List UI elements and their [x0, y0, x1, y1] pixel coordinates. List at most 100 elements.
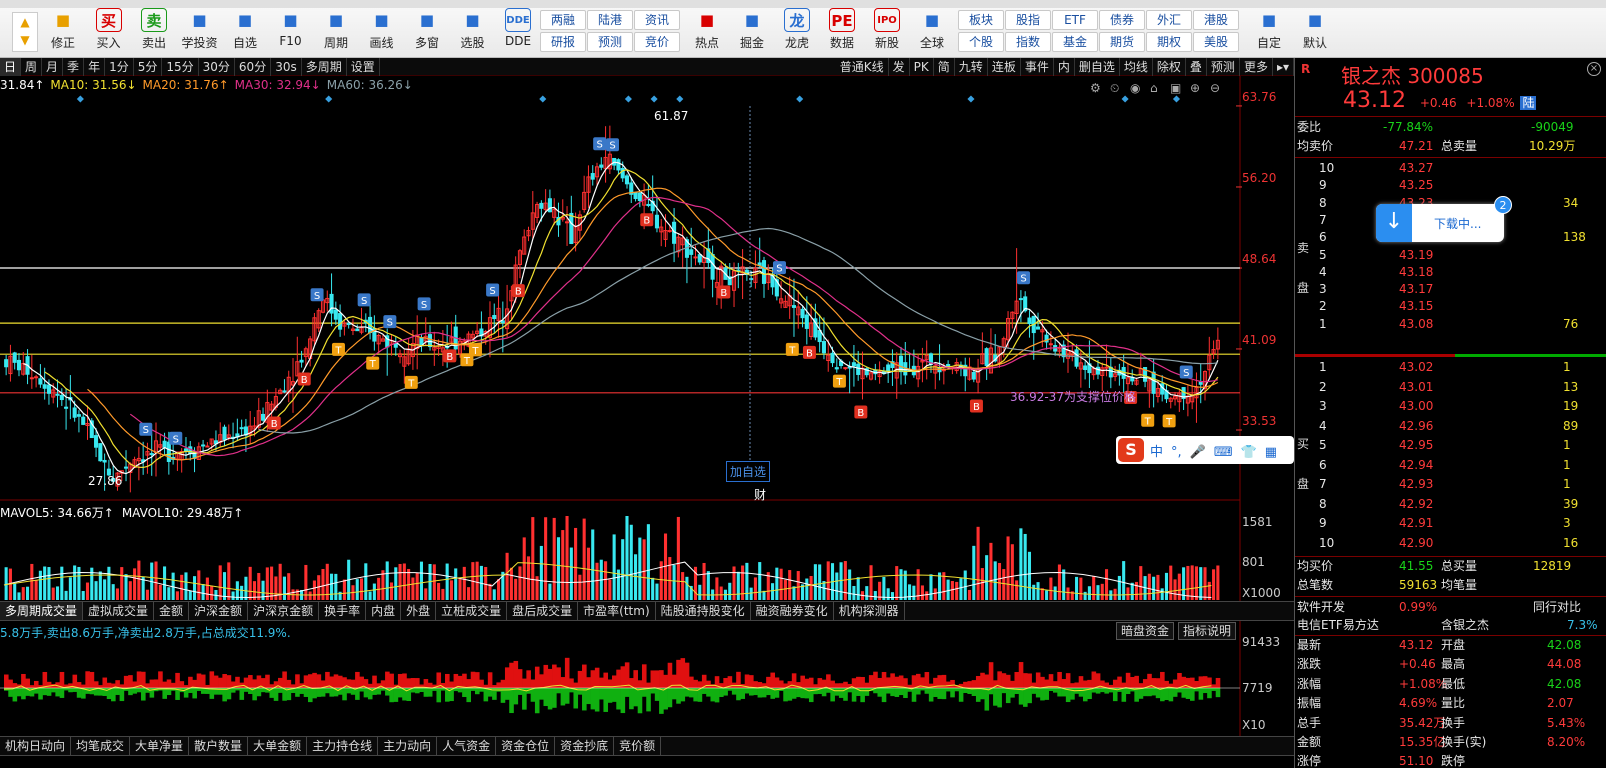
period-tab[interactable]: 5分	[134, 58, 163, 76]
indicator-tab[interactable]: 立桩成交量	[436, 602, 508, 620]
chart-tool-button[interactable]: 连板	[988, 58, 1021, 76]
toolbar-grid-button[interactable]: 基金	[1052, 32, 1098, 52]
toolbar-button-7[interactable]: ■ 画线	[359, 8, 405, 56]
indicator-tab[interactable]: 外盘	[401, 602, 437, 620]
chart-tool-button[interactable]: 叠	[1186, 58, 1207, 76]
bottom-tab[interactable]: 主力持仓线	[307, 737, 379, 755]
toolbar-grid-button[interactable]: 指数	[1005, 32, 1051, 52]
toolbar-button-0[interactable]: ■ 修正	[40, 8, 86, 56]
toolbar-grid-button[interactable]: 资讯	[634, 10, 680, 30]
close-panel-icon[interactable]: ×	[1587, 62, 1601, 76]
chart-tool-button[interactable]: 更多	[1240, 58, 1273, 76]
toolbar-grid-button[interactable]: 研报	[540, 32, 586, 52]
ime-item[interactable]: 🎤	[1190, 445, 1206, 460]
indicator-tab[interactable]: 多周期成交量	[0, 602, 84, 620]
indicator-tab[interactable]: 沪深京金额	[248, 602, 320, 620]
period-tab[interactable]: 日	[0, 58, 22, 76]
chart-tool-button[interactable]: 内	[1054, 58, 1075, 76]
toolbar-button-mid-2[interactable]: 龙龙虎	[774, 8, 820, 56]
toolbar-grid-button[interactable]: 个股	[958, 32, 1004, 52]
toolbar-button-6[interactable]: ■ 周期	[313, 8, 359, 56]
ime-item[interactable]: ▦	[1265, 445, 1277, 460]
toolbar-grid-button[interactable]: 预测	[587, 32, 633, 52]
indicator-tab[interactable]: 虚拟成交量	[83, 602, 155, 620]
toolbar-button-5[interactable]: ■ F10	[268, 8, 314, 56]
chart-tool-button[interactable]: 发	[889, 58, 910, 76]
toolbar-button-8[interactable]: ■ 多窗	[404, 8, 450, 56]
toolbar-grid-button[interactable]: 港股	[1193, 10, 1239, 30]
bottom-tab[interactable]: 人气资金	[437, 737, 497, 755]
toolbar-grid-button[interactable]: 竞价	[634, 32, 680, 52]
ime-item[interactable]: 👕	[1241, 445, 1257, 460]
toolbar-button-3[interactable]: ■ 学投资	[177, 8, 223, 56]
toolbar-button-end-0[interactable]: ■ 自定	[1246, 8, 1292, 56]
toolbar-button-10[interactable]: DDE DDE	[495, 8, 541, 56]
price-chart[interactable]: SSBBSTSTSTSB TTS BS SBBST BTBBSBT TS⚙ ⏲ ◉ ⌂ ▣ ⊕ ⊖	[0, 76, 1294, 746]
period-tab[interactable]: 年	[84, 58, 106, 76]
bottom-tab[interactable]: 竞价额	[614, 737, 662, 755]
toolbar-grid-button[interactable]: 美股	[1193, 32, 1239, 52]
toolbar-grid-button[interactable]: 期权	[1146, 32, 1192, 52]
indicator-tab[interactable]: 融资融券变化	[751, 602, 834, 620]
ime-item[interactable]: ⌨	[1214, 445, 1233, 460]
indicator-tab[interactable]: 内盘	[366, 602, 402, 620]
bottom-tab[interactable]: 机构日动向	[0, 737, 72, 755]
period-tab[interactable]: 多周期	[302, 58, 347, 76]
toolbar-grid-button[interactable]: 板块	[958, 10, 1004, 30]
ime-item[interactable]: 中	[1150, 445, 1163, 460]
chart-tool-button[interactable]: 除权	[1153, 58, 1186, 76]
period-tab[interactable]: 周	[21, 58, 43, 76]
chart-tool-button[interactable]: 预测	[1207, 58, 1240, 76]
period-tab[interactable]: 60分	[235, 58, 272, 76]
indicator-tab[interactable]: 换手率	[319, 602, 367, 620]
download-popup[interactable]: ↓ 下载中... 2	[1376, 196, 1512, 242]
toolbar-button-end-1[interactable]: ■ 默认	[1292, 8, 1338, 56]
indicator-help-button[interactable]: 指标说明	[1178, 622, 1237, 640]
toolbar-button-1[interactable]: 买买入	[86, 8, 132, 56]
scroll-up-down-icon[interactable]: ▲ ▼	[12, 12, 38, 52]
period-tab[interactable]: 15分	[162, 58, 199, 76]
indicator-tab[interactable]: 陆股通持股变化	[656, 602, 751, 620]
toolbar-button-mid-3[interactable]: PE 数据	[819, 8, 865, 56]
period-tab[interactable]: 月	[42, 58, 64, 76]
bottom-tab[interactable]: 资金抄底	[555, 737, 615, 755]
period-tab[interactable]: 30分	[199, 58, 235, 76]
ime-item[interactable]: °,	[1171, 445, 1182, 460]
chart-tool-button[interactable]: 九转	[955, 58, 988, 76]
toolbar-grid-button[interactable]: 外汇	[1146, 10, 1192, 30]
chart-tool-button[interactable]: 简	[934, 58, 955, 76]
expand-icon[interactable]: ▸▾	[1273, 58, 1294, 76]
toolbar-button-mid-4[interactable]: IPO 新股	[864, 8, 910, 56]
bottom-tab[interactable]: 散户数量	[189, 737, 249, 755]
toolbar-grid-button[interactable]: 期货	[1099, 32, 1145, 52]
indicator-tab[interactable]: 市盈率(ttm)	[578, 602, 656, 620]
toolbar-button-mid-0[interactable]: ■ 热点	[684, 8, 730, 56]
period-tab[interactable]: 30s	[271, 58, 302, 76]
chart-tool-button[interactable]: 均线	[1120, 58, 1153, 76]
chart-tool-button[interactable]: 删自选	[1075, 58, 1120, 76]
toolbar-button-mid-1[interactable]: ■ 掘金	[729, 8, 775, 56]
indicator-tab[interactable]: 沪深金额	[189, 602, 249, 620]
indicator-tab[interactable]: 机构探测器	[834, 602, 905, 620]
toolbar-grid-button[interactable]: 股指	[1005, 10, 1051, 30]
ime-toolbar[interactable]: S 中 °, 🎤 ⌨ 👕 ▦	[1116, 436, 1294, 464]
period-tab[interactable]: 设置	[347, 58, 380, 76]
toolbar-button-2[interactable]: 卖卖出	[131, 8, 177, 56]
add-favorite-button[interactable]: 加自选	[726, 461, 771, 482]
period-tab[interactable]: 1分	[105, 58, 134, 76]
dark-pool-button[interactable]: 暗盘资金	[1116, 622, 1175, 640]
chart-tool-button[interactable]: 普通K线	[836, 58, 889, 76]
period-tab[interactable]: 季	[63, 58, 85, 76]
bottom-tab[interactable]: 资金仓位	[496, 737, 556, 755]
bottom-tab[interactable]: 大单金额	[248, 737, 308, 755]
toolbar-grid-button[interactable]: 两融	[540, 10, 586, 30]
bottom-tab[interactable]: 大单净量	[130, 737, 190, 755]
toolbar-grid-button[interactable]: ETF	[1052, 10, 1098, 30]
bottom-tab[interactable]: 主力动向	[378, 737, 438, 755]
toolbar-button-4[interactable]: ■ 自选	[222, 8, 268, 56]
bottom-tab[interactable]: 均笔成交	[71, 737, 131, 755]
toolbar-grid-button[interactable]: 债券	[1099, 10, 1145, 30]
toolbar-button-9[interactable]: ■ 选股	[450, 8, 496, 56]
indicator-tab[interactable]: 盘后成交量	[507, 602, 579, 620]
toolbar-button-mid-5[interactable]: ■ 全球	[909, 8, 955, 56]
